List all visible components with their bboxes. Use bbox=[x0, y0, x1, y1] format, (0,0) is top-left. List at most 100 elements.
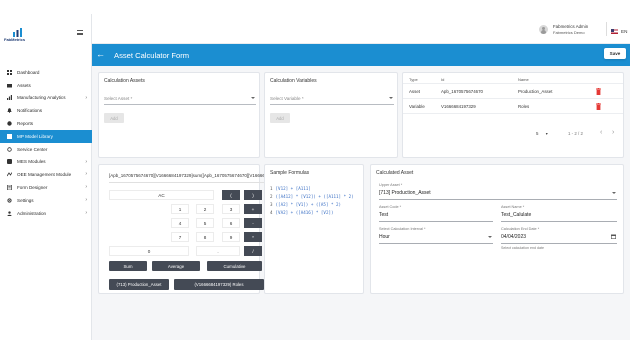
asset-code-field[interactable]: Asset Code * Test bbox=[379, 205, 493, 222]
back-arrow-icon[interactable]: ← bbox=[96, 49, 105, 59]
language-selector[interactable]: EN bbox=[611, 29, 627, 34]
menu-toggle-icon[interactable] bbox=[77, 30, 83, 35]
end-date-value: 04/04/2023 bbox=[501, 234, 527, 240]
bell-icon bbox=[7, 108, 12, 114]
key-8[interactable]: 8 bbox=[196, 232, 214, 242]
sample-formula: 3 ([A2] * [V1]) + ([A5] * 2) bbox=[270, 202, 341, 207]
chevron-down-icon bbox=[251, 97, 255, 99]
right-paren-key[interactable]: ) bbox=[244, 190, 262, 200]
rows-per-page-select[interactable]: 5 ▾ bbox=[536, 131, 548, 136]
plus-key[interactable]: + bbox=[244, 204, 262, 214]
row-id: Apb_1670575674670 bbox=[441, 89, 483, 94]
key-1[interactable]: 1 bbox=[171, 204, 189, 214]
formula-calculator-card: [Apb_1670575674670][V1666684197329]sum([… bbox=[98, 164, 264, 294]
key-5[interactable]: 5 bbox=[196, 218, 214, 228]
next-page-icon[interactable]: › bbox=[612, 129, 614, 136]
table-pagination: 5 ▾ 1 - 2 / 2 ‹ › bbox=[533, 129, 630, 141]
key-3[interactable]: 3 bbox=[222, 204, 240, 214]
save-button[interactable]: Save bbox=[604, 48, 626, 59]
prev-page-icon[interactable]: ‹ bbox=[600, 129, 602, 136]
end-date-label: Calculation End Date * bbox=[501, 227, 540, 231]
calculation-variables-card: Calculation Variables Select Variable * … bbox=[264, 72, 398, 158]
sidebar-item-notifications[interactable]: Notifications bbox=[0, 104, 92, 117]
key-0[interactable]: 0 bbox=[109, 246, 189, 256]
us-flag-icon bbox=[611, 29, 618, 34]
key-6[interactable]: 6 bbox=[222, 218, 240, 228]
formula-expression-input[interactable]: [Apb_1670575674670][V1666684197329]sum([… bbox=[109, 173, 264, 183]
sidebar-item-label: Dashboard bbox=[17, 69, 40, 75]
delete-icon[interactable] bbox=[596, 103, 601, 110]
add-variable-button[interactable]: Add bbox=[270, 113, 290, 123]
user-menu[interactable]: Fabmetrics Admin Fabmetrics Demo bbox=[539, 24, 599, 38]
clear-key[interactable]: AC bbox=[109, 190, 214, 200]
sidebar-item-administration[interactable]: Administration › bbox=[0, 207, 92, 220]
column-id: Id bbox=[441, 77, 445, 82]
chevron-right-icon: › bbox=[85, 171, 87, 178]
sum-button[interactable]: Sum bbox=[109, 261, 147, 271]
calendar-icon[interactable] bbox=[611, 234, 616, 239]
row-type: Asset bbox=[409, 89, 420, 94]
sidebar-item-form-designer[interactable]: Form Designer › bbox=[0, 181, 92, 194]
table-header: Type Id Name bbox=[403, 73, 623, 84]
end-date-field[interactable]: Calculation End Date * 04/04/2023 bbox=[501, 227, 617, 244]
assets-icon bbox=[7, 83, 12, 88]
decimal-key[interactable]: . bbox=[196, 246, 240, 256]
sidebar-item-oee-management-module[interactable]: OEE Management Module › bbox=[0, 168, 92, 181]
sidebar: FabMetrics Dashboard Assets Manufacturing … bbox=[0, 14, 92, 340]
row-type: Variable bbox=[409, 104, 425, 109]
row-id: V1666684197329 bbox=[441, 104, 476, 109]
sidebar-item-label: Assets bbox=[17, 82, 31, 88]
sidebar-item-reports[interactable]: Reports bbox=[0, 117, 92, 130]
sidebar-item-assets[interactable]: Assets bbox=[0, 79, 92, 92]
variable-select[interactable]: Select Variable * bbox=[270, 94, 394, 105]
oee-icon bbox=[7, 172, 12, 177]
key-2[interactable]: 2 bbox=[196, 204, 214, 214]
chevron-down-icon bbox=[389, 97, 393, 99]
cumulative-button[interactable]: Cumulative bbox=[207, 261, 262, 271]
brand-logo[interactable]: FabMetrics bbox=[4, 28, 44, 44]
formula-number: 4 bbox=[270, 210, 273, 215]
average-button[interactable]: Average bbox=[152, 261, 200, 271]
key-9[interactable]: 9 bbox=[222, 232, 240, 242]
sidebar-item-label: MES Modules bbox=[17, 159, 46, 165]
asset-chip-button[interactable]: (713) Production_Asset bbox=[109, 279, 169, 290]
asset-select[interactable]: Select Asset * bbox=[104, 94, 256, 105]
sidebar-item-manufacturing-analytics[interactable]: Manufacturing Analytics › bbox=[0, 92, 92, 105]
reports-icon bbox=[7, 121, 12, 126]
calculated-asset-card: Calculated Asset Upper Asset * [713] Pro… bbox=[370, 164, 624, 294]
card-title: Sample Formulas bbox=[270, 170, 310, 176]
calculation-interval-select[interactable]: Select Calculation Interval * Hour bbox=[379, 227, 493, 244]
analytics-icon bbox=[7, 95, 12, 101]
left-paren-key[interactable]: ( bbox=[222, 190, 240, 200]
form-icon bbox=[7, 185, 12, 191]
formula-text: ([A2] * [V1]) + ([A5] * 2) bbox=[275, 202, 342, 207]
sample-formula: 4 [VA2] + ([A416] * [V2]) bbox=[270, 210, 334, 215]
asset-name-field[interactable]: Asset Name * Test_Calulate bbox=[501, 205, 617, 222]
sidebar-item-mes-modules[interactable]: MES Modules › bbox=[0, 156, 92, 169]
variable-chip-button[interactable]: (V1666684197329) Roles bbox=[174, 279, 264, 290]
selected-items-table: Type Id Name Asset Apb_1670575674670 Pro… bbox=[402, 72, 624, 158]
admin-icon bbox=[7, 211, 12, 216]
sample-formula: 2 ([A412] * [V12]) + ([A111] * 2) bbox=[270, 194, 354, 199]
sample-formula: 1 [V12] + [A111] bbox=[270, 186, 311, 191]
sidebar-item-service-center[interactable]: Service Center bbox=[0, 143, 92, 156]
sidebar-item-label: Manufacturing Analytics bbox=[17, 95, 66, 101]
sidebar-item-dashboard[interactable]: Dashboard bbox=[0, 66, 92, 79]
key-7[interactable]: 7 bbox=[171, 232, 189, 242]
divide-key[interactable]: / bbox=[244, 246, 262, 256]
sidebar-item-mp-model-library[interactable]: MP Model Library bbox=[0, 129, 92, 143]
card-title: Calculation Assets bbox=[104, 78, 145, 84]
multiply-key[interactable]: * bbox=[244, 232, 262, 242]
column-type: Type bbox=[409, 77, 418, 82]
row-name: Roles bbox=[518, 104, 530, 109]
gear-icon bbox=[7, 198, 12, 203]
calculation-assets-card: Calculation Assets Select Asset * Add bbox=[98, 72, 260, 158]
page-title: Asset Calculator Form bbox=[114, 51, 190, 60]
add-asset-button[interactable]: Add bbox=[104, 113, 124, 123]
delete-icon[interactable] bbox=[596, 88, 601, 95]
minus-key[interactable]: - bbox=[244, 218, 262, 228]
key-4[interactable]: 4 bbox=[171, 218, 189, 228]
sidebar-item-settings[interactable]: Settings › bbox=[0, 194, 92, 207]
user-org: Fabmetrics Demo bbox=[553, 30, 585, 35]
upper-asset-select[interactable]: Upper Asset * [713] Production_Asset bbox=[379, 183, 617, 200]
